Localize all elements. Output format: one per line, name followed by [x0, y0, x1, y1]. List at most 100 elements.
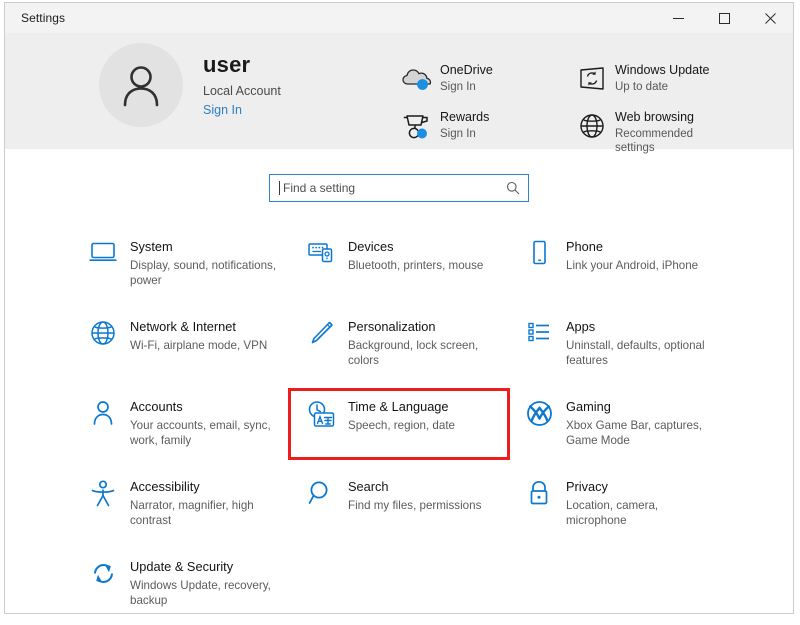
person-icon: [123, 66, 159, 107]
maximize-button[interactable]: [701, 3, 747, 33]
status-text: Rewards Sign In: [440, 110, 489, 141]
status-title: Web browsing: [615, 110, 694, 124]
category-title: System: [130, 239, 173, 254]
accessibility-icon: [84, 478, 122, 516]
category-title: Network & Internet: [130, 319, 236, 334]
category-title: Devices: [348, 239, 394, 254]
settings-window: Settings user Local Account Sign In OneD…: [4, 2, 794, 614]
window-controls: [655, 3, 793, 33]
minimize-button[interactable]: [655, 3, 701, 33]
search-placeholder: Find a setting: [283, 181, 356, 195]
category-text: System Display, sound, notifications, po…: [130, 238, 280, 288]
category-title: Privacy: [566, 479, 608, 494]
category-search[interactable]: Search Find my files, permissions: [290, 470, 508, 538]
account-text: user Local Account Sign In: [203, 51, 281, 117]
category-subtitle: Link your Android, iPhone: [566, 259, 699, 272]
category-subtitle: Display, sound, notifications, power: [130, 259, 277, 287]
refresh-icon: [84, 558, 122, 596]
category-subtitle: Your accounts, email, sync, work, family: [130, 419, 271, 447]
status-item-onedrive[interactable]: OneDrive Sign In: [400, 63, 575, 94]
category-subtitle: Bluetooth, printers, mouse: [348, 259, 484, 272]
lock-icon: [520, 478, 558, 516]
category-title: Accessibility: [130, 479, 200, 494]
category-devices[interactable]: Devices Bluetooth, printers, mouse: [290, 230, 508, 298]
window-title: Settings: [21, 11, 66, 25]
category-title: Search: [348, 479, 389, 494]
category-accounts[interactable]: Accounts Your accounts, email, sync, wor…: [72, 390, 290, 458]
category-title: Accounts: [130, 399, 183, 414]
status-item-web-browsing[interactable]: Web browsing Recommended settings: [575, 110, 750, 155]
account-block: user Local Account Sign In: [99, 43, 281, 127]
devices-icon: [302, 238, 340, 276]
category-accessibility[interactable]: Accessibility Narrator, magnifier, high …: [72, 470, 290, 538]
globe-icon: [575, 111, 609, 141]
close-button[interactable]: [747, 3, 793, 33]
category-text: Network & Internet Wi-Fi, airplane mode,…: [130, 318, 267, 353]
time-language-icon: [302, 398, 340, 436]
rewards-trophy-icon: [400, 111, 434, 141]
category-title: Update & Security: [130, 559, 234, 574]
category-text: Update & Security Windows Update, recove…: [130, 558, 280, 608]
status-subtitle: Sign In: [440, 128, 476, 140]
status-text: OneDrive Sign In: [440, 63, 493, 94]
category-subtitle: Speech, region, date: [348, 419, 455, 432]
status-subtitle: Up to date: [615, 81, 669, 93]
account-name: user: [203, 51, 251, 77]
category-apps[interactable]: Apps Uninstall, defaults, optional featu…: [508, 310, 726, 378]
category-update-security[interactable]: Update & Security Windows Update, recove…: [72, 550, 290, 613]
category-phone[interactable]: Phone Link your Android, iPhone: [508, 230, 726, 298]
status-item-windows-update[interactable]: Windows Update Up to date: [575, 63, 750, 94]
search-input[interactable]: Find a setting: [269, 174, 529, 202]
text-caret: [279, 181, 280, 195]
category-personalization[interactable]: Personalization Background, lock screen,…: [290, 310, 508, 378]
account-sign-in-link[interactable]: Sign In: [203, 104, 281, 117]
title-bar: Settings: [5, 3, 793, 33]
windows-update-refresh-icon: [575, 64, 609, 94]
status-title: Rewards: [440, 110, 490, 124]
category-time-and-language[interactable]: Time & Language Speech, region, date: [288, 388, 510, 460]
category-text: Time & Language Speech, region, date: [348, 398, 455, 433]
category-title: Apps: [566, 319, 596, 334]
category-subtitle: Xbox Game Bar, captures, Game Mode: [566, 419, 702, 447]
category-subtitle: Windows Update, recovery, backup: [130, 579, 271, 607]
category-gaming[interactable]: Gaming Xbox Game Bar, captures, Game Mod…: [508, 390, 726, 458]
settings-category-grid: System Display, sound, notifications, po…: [5, 230, 793, 613]
status-item-rewards[interactable]: Rewards Sign In: [400, 110, 575, 155]
category-text: Apps Uninstall, defaults, optional featu…: [566, 318, 716, 368]
paintbrush-icon: [302, 318, 340, 356]
search-magnifier-icon[interactable]: [506, 181, 520, 195]
apps-list-icon: [520, 318, 558, 356]
category-privacy[interactable]: Privacy Location, camera, microphone: [508, 470, 726, 538]
category-text: Search Find my files, permissions: [348, 478, 481, 513]
search-magnifier-icon: [302, 478, 340, 516]
category-title: Phone: [566, 239, 604, 254]
category-network-internet[interactable]: Network & Internet Wi-Fi, airplane mode,…: [72, 310, 290, 378]
category-subtitle: Find my files, permissions: [348, 499, 482, 512]
globe-icon: [84, 318, 122, 356]
category-subtitle: Background, lock screen, colors: [348, 339, 479, 367]
category-text: Accounts Your accounts, email, sync, wor…: [130, 398, 280, 448]
category-text: Devices Bluetooth, printers, mouse: [348, 238, 483, 273]
category-text: Accessibility Narrator, magnifier, high …: [130, 478, 280, 528]
status-text: Windows Update Up to date: [615, 63, 710, 94]
account-type: Local Account: [203, 83, 281, 98]
search-area: Find a setting: [5, 174, 793, 202]
account-header: user Local Account Sign In OneDrive Sign…: [5, 33, 793, 154]
status-subtitle: Recommended settings: [615, 128, 693, 154]
avatar[interactable]: [99, 43, 183, 127]
status-subtitle: Sign In: [440, 81, 476, 93]
monitor-icon: [84, 238, 122, 276]
status-title: OneDrive: [440, 63, 493, 77]
status-text: Web browsing Recommended settings: [615, 110, 711, 155]
category-text: Personalization Background, lock screen,…: [348, 318, 498, 368]
category-text: Privacy Location, camera, microphone: [566, 478, 716, 528]
category-system[interactable]: System Display, sound, notifications, po…: [72, 230, 290, 298]
category-subtitle: Wi-Fi, airplane mode, VPN: [130, 339, 268, 352]
phone-icon: [520, 238, 558, 276]
category-subtitle: Uninstall, defaults, optional features: [566, 339, 705, 367]
category-text: Phone Link your Android, iPhone: [566, 238, 698, 273]
category-subtitle: Narrator, magnifier, high contrast: [130, 499, 254, 527]
status-items: OneDrive Sign In Windows Update Up to da…: [400, 63, 750, 155]
onedrive-cloud-icon: [400, 64, 434, 94]
category-title: Time & Language: [348, 399, 449, 414]
